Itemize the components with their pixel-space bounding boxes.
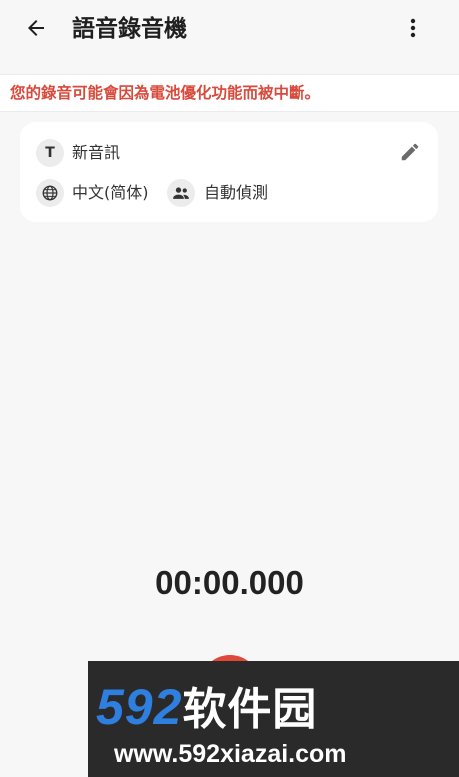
- watermark-logo: 592软件园: [96, 679, 317, 738]
- text-format-glyph: T: [45, 145, 55, 161]
- app-bar: 語音錄音機: [0, 0, 459, 58]
- recording-info-card: T 新音訊 中文(简体) 自動偵測: [20, 122, 438, 222]
- edit-name-button[interactable]: [398, 140, 422, 164]
- arrow-left-icon: [28, 20, 44, 36]
- battery-warning-text: 您的錄音可能會因為電池優化功能而被中斷。: [10, 84, 321, 102]
- watermark-url: www.592xiazai.com: [114, 740, 347, 768]
- watermark-logo-text: 软件园: [182, 684, 318, 735]
- people-icon-graphic: [173, 187, 189, 199]
- language-selector[interactable]: 中文(简体): [72, 183, 149, 203]
- watermark-overlay: 592软件园 www.592xiazai.com: [88, 661, 459, 777]
- watermark-logo-number: 592: [96, 679, 183, 735]
- people-icon: [167, 179, 195, 207]
- more-vertical-icon: [410, 18, 416, 38]
- recording-name[interactable]: 新音訊: [72, 143, 120, 163]
- speaker-detection-selector[interactable]: 自動偵測: [204, 183, 268, 203]
- text-format-icon: T: [36, 139, 64, 167]
- pencil-icon: [401, 143, 419, 161]
- recording-timer: 00:00.000: [155, 564, 304, 601]
- globe-icon-graphic: [42, 185, 58, 201]
- back-button[interactable]: [20, 12, 52, 44]
- page-title: 語音錄音機: [72, 16, 187, 42]
- globe-icon: [36, 179, 64, 207]
- battery-warning-banner: 您的錄音可能會因為電池優化功能而被中斷。: [0, 74, 459, 112]
- more-options-button[interactable]: [397, 12, 429, 44]
